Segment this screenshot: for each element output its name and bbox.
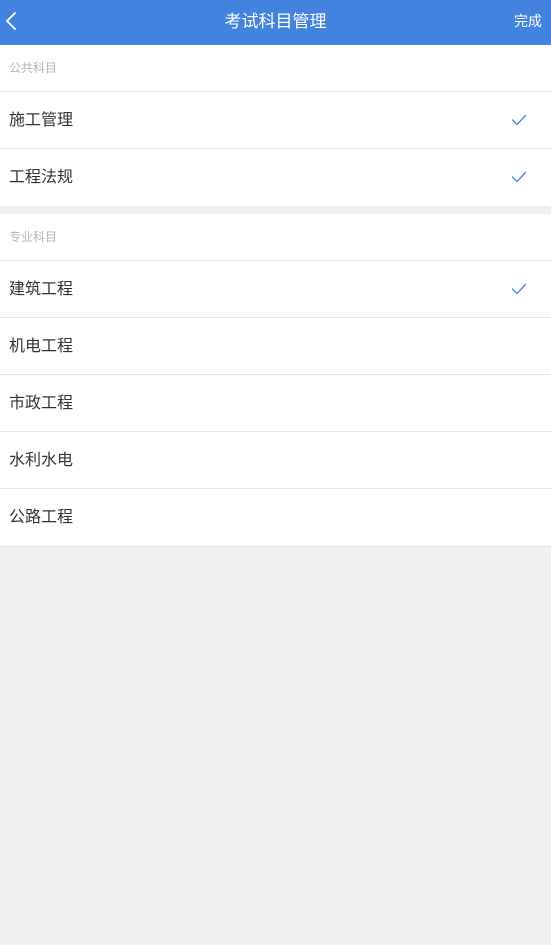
subject-label: 公路工程 xyxy=(9,507,74,526)
done-button[interactable]: 完成 xyxy=(514,0,542,45)
subject-item-engineering-regulations[interactable]: 工程法规 xyxy=(0,149,551,206)
subject-item-mechanical-electrical[interactable]: 机电工程 xyxy=(0,318,551,375)
page-title: 考试科目管理 xyxy=(224,12,327,32)
subject-item-construction-management[interactable]: 施工管理 xyxy=(0,92,551,149)
subject-label: 施工管理 xyxy=(9,110,74,129)
checkmark-icon xyxy=(511,261,527,317)
checkmark-icon xyxy=(511,149,527,205)
chevron-left-icon xyxy=(4,11,18,35)
subject-label: 机电工程 xyxy=(9,336,74,355)
checkmark-icon xyxy=(511,92,527,148)
navigation-bar: 考试科目管理 完成 xyxy=(0,0,551,45)
subject-item-building-engineering[interactable]: 建筑工程 xyxy=(0,261,551,318)
subject-item-water-conservancy[interactable]: 水利水电 xyxy=(0,432,551,489)
subject-label: 水利水电 xyxy=(9,450,74,469)
public-subjects-group: 公共科目 施工管理 工程法规 xyxy=(0,45,551,206)
subject-label: 市政工程 xyxy=(9,393,74,412)
professional-subjects-group: 专业科目 建筑工程 机电工程 市政工程 水利水电 公路工程 xyxy=(0,214,551,547)
subject-label: 工程法规 xyxy=(9,167,74,186)
section-header-public: 公共科目 xyxy=(0,45,551,92)
subject-item-municipal-engineering[interactable]: 市政工程 xyxy=(0,375,551,432)
subject-item-highway-engineering[interactable]: 公路工程 xyxy=(0,489,551,546)
subject-list: 公共科目 施工管理 工程法规 专业科目 建筑工程 机电工程 市政工程 水利水电 … xyxy=(0,45,551,547)
section-divider xyxy=(0,206,551,214)
subject-label: 建筑工程 xyxy=(9,279,74,298)
back-button[interactable] xyxy=(0,0,40,45)
section-header-professional: 专业科目 xyxy=(0,214,551,261)
app-screen: 考试科目管理 完成 公共科目 施工管理 工程法规 专业科目 建筑工程 机电工程 … xyxy=(0,0,551,945)
